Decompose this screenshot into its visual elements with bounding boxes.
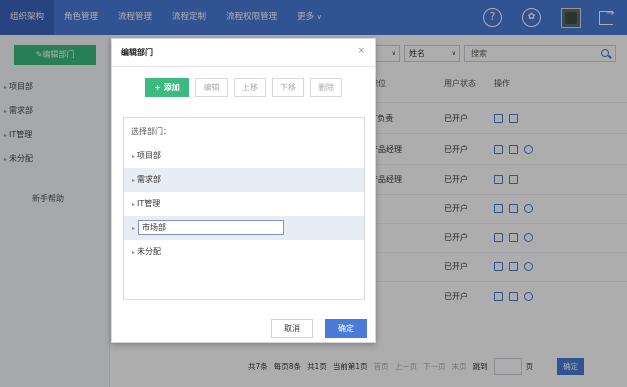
divider xyxy=(112,66,375,67)
edit-button[interactable]: 编辑 xyxy=(195,78,228,97)
app-root: 组织架构 角色管理 流程管理 流程定制 流程权限管理 更多 ∨ ? ✿ ✎编辑部… xyxy=(0,0,627,387)
caret-right-icon: ▸ xyxy=(132,177,136,184)
department-select-panel: 选择部门： ▸ 项目部 ▸ 需求部 ▸ IT管理 ▸ 市场部 ▸ 未分配 xyxy=(123,117,365,300)
tree-item-label: IT管理 xyxy=(137,199,161,208)
edit-department-dialog: 编辑部门 × + 添加 编辑 上移 下移 删除 选择部门： ▸ 项目部 ▸ 需求部 … xyxy=(111,38,376,343)
move-down-button[interactable]: 下移 xyxy=(272,78,304,97)
delete-button[interactable]: 删除 xyxy=(310,78,342,97)
tree-item-label: 未分配 xyxy=(137,247,162,256)
caret-right-icon: ▸ xyxy=(132,153,136,160)
tree-item-market-editing[interactable]: ▸ 市场部 xyxy=(124,216,364,240)
panel-title: 选择部门： xyxy=(131,127,171,136)
confirm-button[interactable]: 确定 xyxy=(325,319,367,338)
tree-item-requirements[interactable]: ▸ 需求部 xyxy=(124,168,364,192)
tree-item-unassigned[interactable]: ▸ 未分配 xyxy=(124,240,364,264)
close-icon[interactable]: × xyxy=(357,46,365,56)
add-button[interactable]: + 添加 xyxy=(145,78,189,97)
move-up-button[interactable]: 上移 xyxy=(234,78,266,97)
tree-item-label: 项目部 xyxy=(137,151,162,160)
tree-item-it[interactable]: ▸ IT管理 xyxy=(124,192,364,216)
tree-item-project[interactable]: ▸ 项目部 xyxy=(124,144,364,168)
department-name-input[interactable]: 市场部 xyxy=(138,220,284,235)
caret-right-icon: ▸ xyxy=(132,249,136,256)
tree-item-label: 需求部 xyxy=(137,175,162,184)
caret-right-icon: ▸ xyxy=(132,225,136,232)
cancel-button[interactable]: 取消 xyxy=(271,319,313,338)
dialog-title: 编辑部门 xyxy=(121,48,153,57)
caret-right-icon: ▸ xyxy=(132,201,136,208)
